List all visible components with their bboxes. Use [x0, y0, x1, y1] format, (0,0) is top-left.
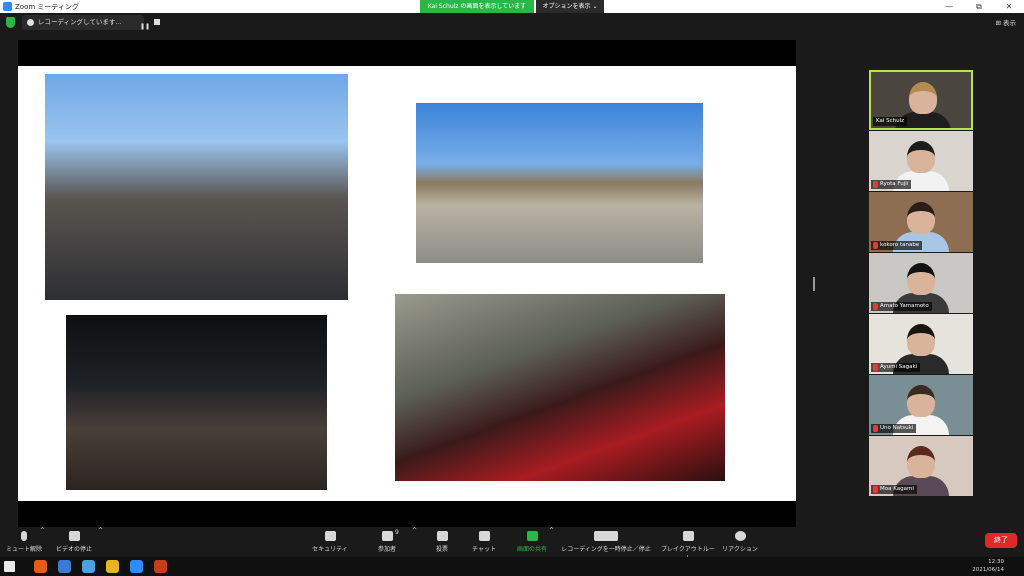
participant-name: Uno Natsuki [871, 424, 917, 433]
participant-tile[interactable]: Uno Natsuki [869, 375, 973, 435]
participants-icon [381, 531, 393, 541]
participant-name: Ryota Fujii [871, 180, 912, 189]
minimize-button[interactable]: — [934, 0, 964, 13]
polls-button[interactable]: 投票 [430, 527, 454, 557]
recording-controls-button[interactable]: レコーディングを一時停止／停止 [560, 527, 652, 557]
stop-recording-icon[interactable] [154, 19, 160, 25]
participants-options-caret[interactable]: ^ [412, 527, 417, 557]
close-window-button[interactable]: ✕ [994, 0, 1024, 13]
slide-photo-convertible [395, 294, 725, 481]
recording-dot-icon [27, 19, 34, 26]
participant-name: Moa Kagami [871, 485, 917, 494]
meeting-topbar: レコーディングしています... ❚❚ ⊞ 表示 [0, 13, 1024, 32]
slide-photo-group [66, 315, 327, 490]
end-meeting-button[interactable]: 終了 [985, 533, 1017, 548]
recording-indicator: レコーディングしています... ❚❚ [22, 15, 160, 30]
taskbar-app-icon[interactable] [34, 560, 47, 573]
shared-screen [18, 40, 796, 527]
system-tray: 12:30 2021/06/14 [972, 558, 1004, 574]
pause-stop-icon [594, 531, 618, 541]
breakout-rooms-button[interactable]: ブレイクアウトルーム [660, 527, 716, 562]
maximize-button[interactable]: ⧉ [964, 0, 994, 13]
participant-face [907, 446, 935, 478]
muted-mic-icon [873, 303, 878, 310]
share-screen-button[interactable]: 画面の共有 [514, 527, 550, 557]
security-shield-icon[interactable] [6, 17, 15, 28]
slide-photo-camera-crew [45, 74, 348, 300]
reactions-button[interactable]: リアクション [722, 527, 758, 557]
screen-share-banner: Kai Schulz の画面を表示しています [420, 0, 534, 13]
shield-icon [324, 531, 336, 541]
participant-name: kokoro tanabe [871, 241, 923, 250]
participant-tile[interactable]: Kai Schulz [869, 70, 973, 130]
window-title: Zoom ミーティング [15, 3, 79, 11]
participant-tile[interactable]: kokoro tanabe [869, 192, 973, 252]
smiley-icon [734, 531, 746, 541]
split-resize-handle[interactable] [813, 277, 815, 291]
windows-taskbar: 12:30 2021/06/14 [0, 557, 1024, 576]
recording-label: レコーディングしています... [38, 18, 122, 26]
participant-face [907, 202, 935, 234]
view-label: 表示 [1003, 19, 1016, 27]
muted-mic-icon [873, 242, 878, 249]
taskbar-app-icon[interactable] [82, 560, 95, 573]
presentation-slide [18, 66, 796, 501]
taskbar-app-icon[interactable] [154, 560, 167, 573]
chat-button[interactable]: チャット [470, 527, 498, 557]
muted-mic-icon [873, 486, 878, 493]
participant-face [907, 141, 935, 173]
taskbar-app-icon[interactable] [106, 560, 119, 573]
taskbar-app-icon[interactable] [58, 560, 71, 573]
participant-name: Amato Yamamoto [871, 302, 932, 311]
participant-face [909, 82, 937, 114]
stop-video-button[interactable]: ビデオの停止 [52, 527, 96, 557]
participant-tile[interactable]: Ryota Fujii [869, 131, 973, 191]
participant-face [907, 385, 935, 417]
participant-name: Kai Schulz [873, 117, 908, 126]
view-button[interactable]: ⊞ 表示 [995, 17, 1016, 27]
window-controls: — ⧉ ✕ [934, 0, 1024, 13]
participant-tile[interactable]: Ayumi Sagaki [869, 314, 973, 374]
participant-name: Ayumi Sagaki [871, 363, 921, 372]
bar-chart-icon [436, 531, 448, 541]
participant-tile[interactable]: Amato Yamamoto [869, 253, 973, 313]
participants-count: 9 [395, 529, 399, 536]
video-options-caret[interactable]: ^ [98, 527, 103, 557]
grid-icon [682, 531, 694, 541]
unmute-button[interactable]: ミュート解除 [4, 527, 44, 557]
participant-tile[interactable]: Moa Kagami [869, 436, 973, 496]
video-camera-icon [68, 531, 80, 541]
clock-time: 12:30 [988, 559, 1004, 565]
windows-start-icon[interactable] [4, 561, 15, 572]
taskbar-app-icon[interactable] [130, 560, 143, 573]
chat-bubble-icon [478, 531, 490, 541]
microphone-muted-icon [21, 531, 27, 541]
muted-mic-icon [873, 425, 878, 432]
share-arrow-icon [526, 531, 538, 541]
meeting-toolbar: ミュート解除 ^ ビデオの停止 ^ セキュリティ 参加者 9 ^ 投票 チャット… [0, 527, 1024, 562]
view-options-button[interactable]: オプションを表示 ⌄ [536, 0, 604, 13]
zoom-app-icon [3, 2, 12, 11]
muted-mic-icon [873, 364, 878, 371]
window-titlebar: Zoom ミーティング Kai Schulz の画面を表示しています オプション… [0, 0, 1024, 13]
audio-options-caret[interactable]: ^ [40, 527, 45, 557]
share-options-caret[interactable]: ^ [549, 527, 554, 557]
slide-photo-road-filming [416, 103, 703, 263]
participant-face [907, 324, 935, 356]
security-button[interactable]: セキュリティ [312, 527, 348, 557]
participant-face [907, 263, 935, 295]
pause-recording-icon[interactable]: ❚❚ [140, 19, 150, 34]
muted-mic-icon [873, 181, 878, 188]
clock-date: 2021/06/14 [972, 567, 1004, 573]
